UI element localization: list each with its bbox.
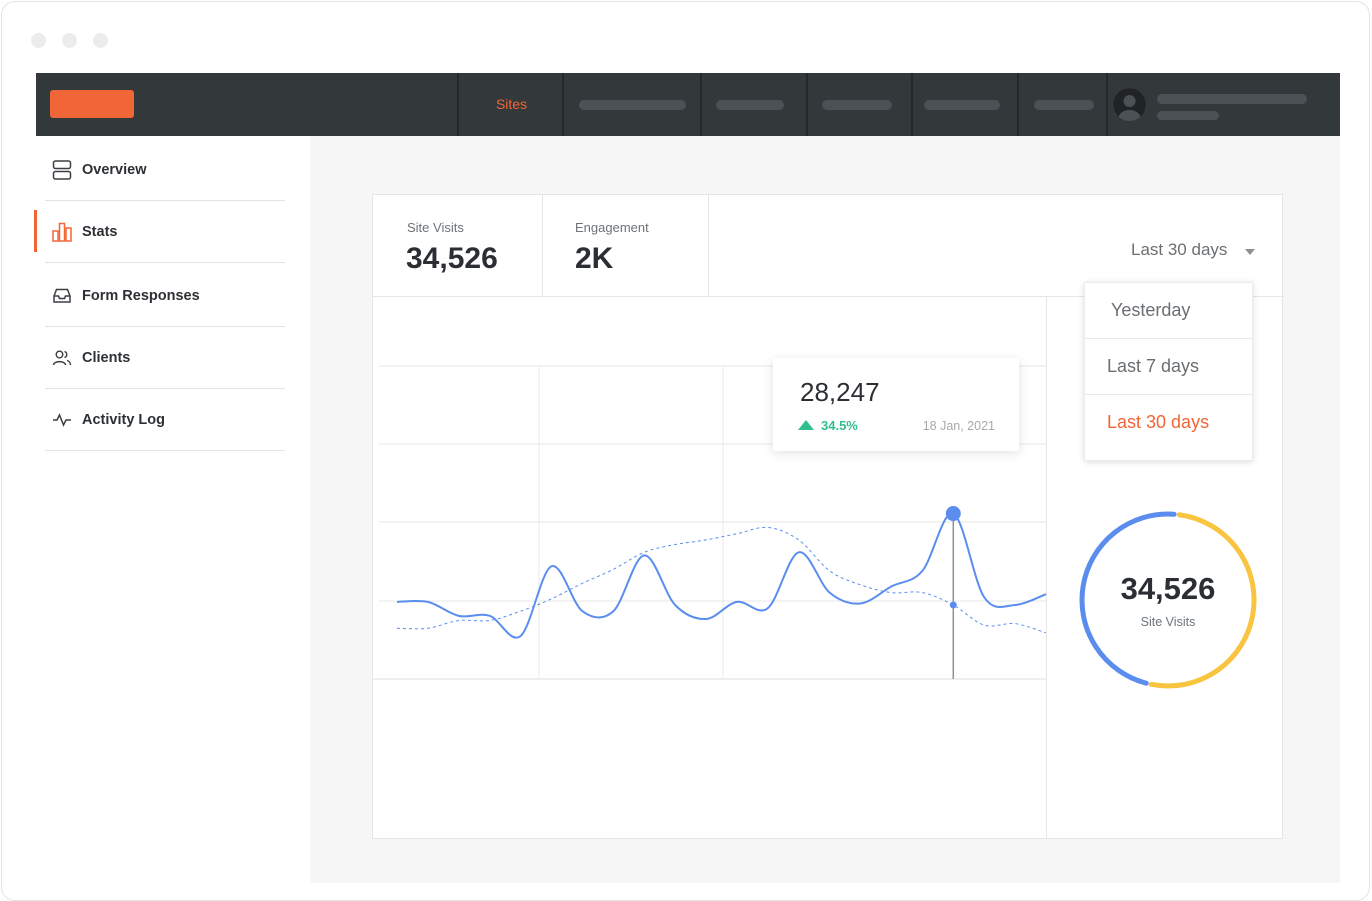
tooltip-value: 28,247 bbox=[800, 377, 880, 407]
sidebar-item-clients[interactable]: Clients bbox=[45, 327, 285, 389]
top-navigation-bar: Sites bbox=[36, 73, 1340, 136]
nav-divider bbox=[1106, 73, 1108, 136]
sidebar-item-label: Overview bbox=[82, 162, 147, 178]
sidebar-item-label: Stats bbox=[82, 224, 118, 240]
hover-point-previous bbox=[949, 601, 957, 609]
bar-chart-icon bbox=[52, 222, 72, 242]
chevron-down-icon[interactable] bbox=[1245, 249, 1255, 255]
sidebar-item-label: Form Responses bbox=[82, 288, 200, 304]
stat-label: Site Visits bbox=[407, 220, 464, 235]
nav-divider bbox=[562, 73, 564, 136]
nav-item-placeholder[interactable] bbox=[579, 100, 686, 110]
window-maximize-dot[interactable] bbox=[93, 33, 108, 48]
window-close-dot[interactable] bbox=[31, 33, 46, 48]
donut-label: Site Visits bbox=[1140, 615, 1196, 629]
nav-divider bbox=[457, 73, 459, 136]
dropdown-option-last-7-days[interactable]: Last 7 days bbox=[1085, 339, 1252, 395]
nav-item-placeholder[interactable] bbox=[716, 100, 784, 110]
sidebar-item-activity-log[interactable]: Activity Log bbox=[45, 389, 285, 451]
nav-item-sites[interactable]: Sites bbox=[460, 73, 563, 136]
sidebar-item-form-responses[interactable]: Form Responses bbox=[45, 265, 285, 327]
users-icon bbox=[52, 348, 72, 368]
period-dropdown-menu: Yesterday Last 7 days Last 30 days bbox=[1084, 282, 1253, 461]
inbox-icon bbox=[52, 286, 72, 306]
series-line-previous bbox=[396, 526, 1047, 634]
tooltip-date: 18 Jan, 2021 bbox=[922, 419, 995, 433]
user-role-placeholder bbox=[1157, 111, 1219, 120]
brand-logo[interactable] bbox=[50, 90, 134, 118]
trend-up-icon bbox=[798, 420, 814, 430]
stats-card: Site Visits 34,526 Engagement 2K Last 30… bbox=[372, 194, 1284, 839]
sidebar: Overview Stats Form Responses Clients Ac… bbox=[34, 136, 310, 883]
active-indicator bbox=[34, 210, 37, 252]
user-avatar-icon[interactable] bbox=[1113, 88, 1146, 121]
window-minimize-dot[interactable] bbox=[62, 33, 77, 48]
nav-item-placeholder[interactable] bbox=[924, 100, 1000, 110]
server-icon bbox=[52, 160, 72, 180]
stat-value: 34,526 bbox=[406, 242, 498, 275]
nav-item-placeholder[interactable] bbox=[1034, 100, 1094, 110]
sidebar-item-stats[interactable]: Stats bbox=[45, 201, 285, 263]
nav-divider bbox=[700, 73, 702, 136]
sidebar-item-overview[interactable]: Overview bbox=[45, 139, 285, 201]
main-content: Site Visits 34,526 Engagement 2K Last 30… bbox=[310, 136, 1340, 883]
nav-item-placeholder[interactable] bbox=[822, 100, 892, 110]
nav-divider bbox=[911, 73, 913, 136]
hover-point-current bbox=[945, 506, 961, 522]
engagement-stat: Engagement 2K bbox=[543, 195, 709, 296]
tooltip-change: 34.5% bbox=[821, 418, 858, 433]
stat-label: Engagement bbox=[575, 220, 649, 235]
stat-value: 2K bbox=[575, 242, 614, 275]
donut-value: 34,526 bbox=[1120, 571, 1216, 606]
dropdown-option-yesterday[interactable]: Yesterday bbox=[1085, 283, 1252, 339]
user-name-placeholder bbox=[1157, 94, 1307, 104]
dropdown-option-last-30-days[interactable]: Last 30 days bbox=[1085, 395, 1252, 451]
sidebar-item-label: Clients bbox=[82, 350, 131, 366]
period-select[interactable]: Last 30 days bbox=[1131, 240, 1227, 260]
site-visits-stat: Site Visits 34,526 bbox=[373, 195, 543, 296]
activity-icon bbox=[52, 410, 72, 430]
series-line-current bbox=[396, 512, 1047, 639]
chart-tooltip: 28,247 34.5% 18 Jan, 2021 bbox=[773, 358, 1019, 451]
nav-divider bbox=[806, 73, 808, 136]
sidebar-item-label: Activity Log bbox=[82, 412, 165, 428]
nav-divider bbox=[1017, 73, 1019, 136]
